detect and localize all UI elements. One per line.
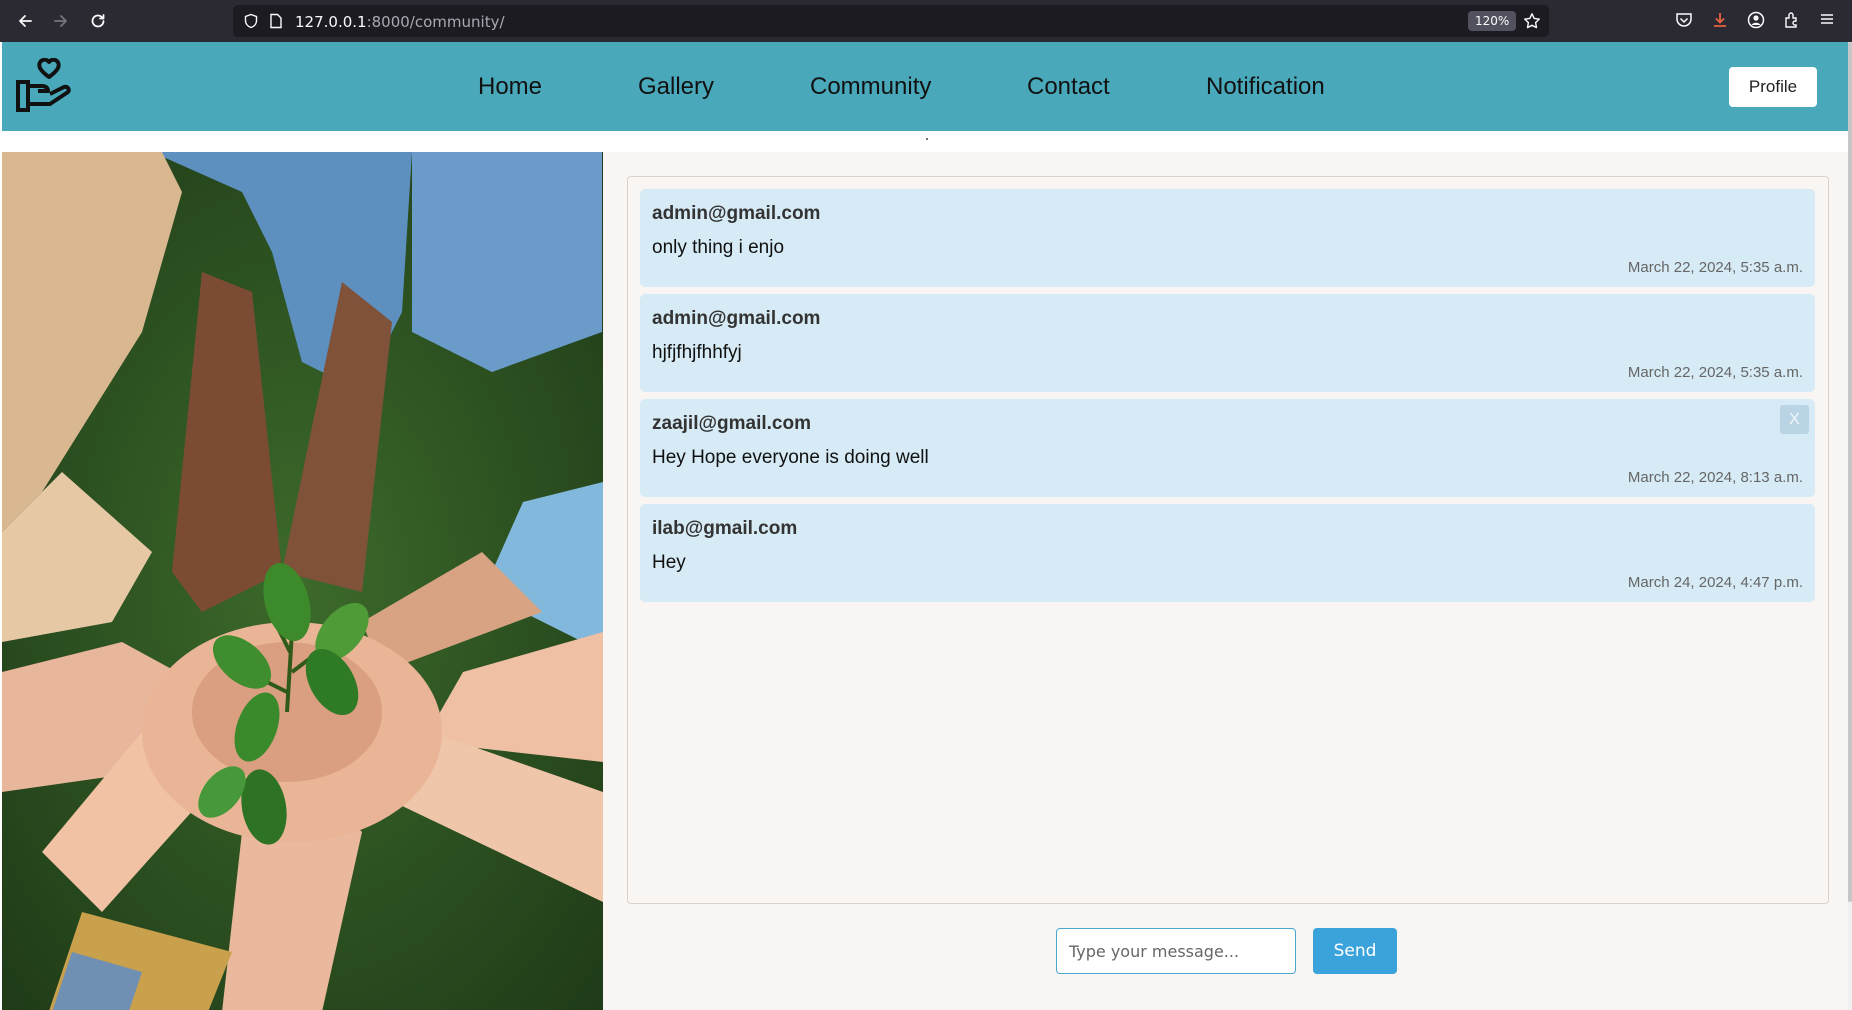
url-text[interactable]: 127.0.0.1:8000/community/	[295, 13, 505, 31]
message-timestamp: March 22, 2024, 8:13 a.m.	[1627, 469, 1803, 486]
message-body: only thing i enjo	[652, 237, 785, 258]
message-card: zaajil@gmail.com Hey Hope everyone is do…	[640, 399, 1815, 497]
message-sender: zaajil@gmail.com	[652, 413, 811, 434]
forward-arrow-icon[interactable]	[49, 9, 73, 33]
download-icon[interactable]	[1710, 10, 1730, 35]
message-card: admin@gmail.com only thing i enjo March …	[640, 189, 1815, 287]
reload-icon[interactable]	[86, 9, 110, 33]
browser-toolbar: 127.0.0.1:8000/community/ 120%	[0, 0, 1852, 42]
account-icon[interactable]	[1746, 10, 1766, 35]
zoom-level-badge[interactable]: 120%	[1468, 11, 1517, 31]
message-input[interactable]	[1056, 928, 1296, 974]
message-timestamp: March 22, 2024, 5:35 a.m.	[1627, 364, 1803, 381]
back-arrow-icon[interactable]	[13, 9, 37, 33]
bookmark-star-icon[interactable]	[1523, 12, 1541, 35]
message-body: Hey	[652, 552, 686, 573]
message-sender: admin@gmail.com	[652, 308, 821, 329]
nav-notification[interactable]: Notification	[1206, 73, 1325, 101]
send-button[interactable]: Send	[1313, 928, 1397, 974]
address-bar[interactable]: 127.0.0.1:8000/community/ 120%	[233, 5, 1549, 37]
pocket-icon[interactable]	[1674, 10, 1694, 35]
message-timestamp: March 22, 2024, 5:35 a.m.	[1627, 259, 1803, 276]
message-sender: admin@gmail.com	[652, 203, 821, 224]
delete-message-button[interactable]: X	[1780, 405, 1809, 434]
url-host: 127.0.0.1	[295, 13, 367, 31]
url-path: :8000/community/	[366, 13, 505, 31]
page-icon	[269, 13, 283, 34]
site-header: Home Gallery Community Contact Notificat…	[2, 42, 1848, 131]
separator-dot	[926, 138, 928, 140]
hands-holding-plant-image	[2, 152, 603, 1010]
charity-hand-heart-logo-icon[interactable]	[16, 57, 72, 112]
page-scrollbar[interactable]	[1848, 42, 1852, 1010]
message-timestamp: March 24, 2024, 4:47 p.m.	[1627, 574, 1803, 591]
nav-community[interactable]: Community	[810, 73, 931, 101]
message-sender: ilab@gmail.com	[652, 518, 798, 539]
menu-hamburger-icon[interactable]	[1818, 10, 1836, 33]
community-chat-area: admin@gmail.com only thing i enjo March …	[603, 152, 1848, 1010]
messages-container[interactable]: admin@gmail.com only thing i enjo March …	[627, 176, 1829, 904]
profile-button[interactable]: Profile	[1729, 67, 1817, 107]
nav-contact[interactable]: Contact	[1027, 73, 1110, 101]
extensions-icon[interactable]	[1782, 10, 1802, 35]
message-body: hjfjfhjfhhfyj	[652, 342, 742, 363]
message-card: admin@gmail.com hjfjfhjfhhfyj March 22, …	[640, 294, 1815, 392]
scrollbar-thumb[interactable]	[1848, 42, 1852, 902]
shield-icon[interactable]	[243, 13, 259, 34]
message-body: Hey Hope everyone is doing well	[652, 447, 929, 468]
nav-home[interactable]: Home	[478, 73, 542, 101]
message-card: ilab@gmail.com Hey March 24, 2024, 4:47 …	[640, 504, 1815, 602]
nav-gallery[interactable]: Gallery	[638, 73, 714, 101]
